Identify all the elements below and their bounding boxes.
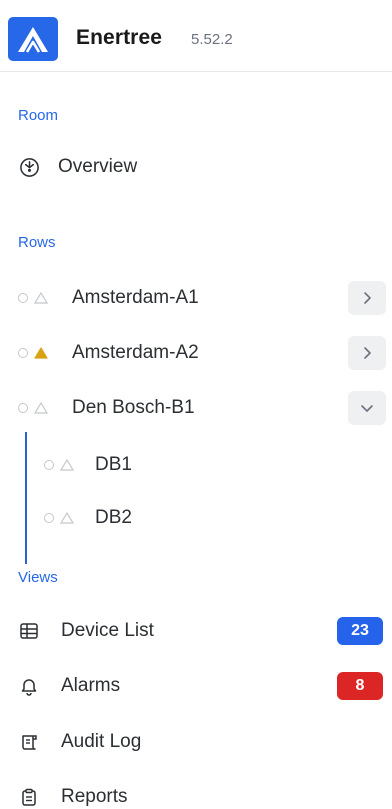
scroll-icon: [18, 731, 40, 753]
status-dot-icon: [44, 513, 54, 523]
warning-triangle-icon: [60, 459, 74, 471]
gauge-icon: [18, 156, 40, 178]
row-status: [18, 347, 48, 359]
row-child-label: DB2: [95, 507, 132, 528]
status-dot-icon: [18, 403, 28, 413]
row-status: [44, 512, 74, 524]
app-header: Enertree 5.52.2: [0, 0, 392, 72]
clipboard-icon: [18, 786, 40, 808]
row-item-amsterdam-a2[interactable]: Amsterdam-A2: [0, 331, 392, 375]
nav-item-audit-log[interactable]: Audit Log: [0, 720, 392, 764]
nav-label-overview: Overview: [58, 156, 138, 177]
warning-triangle-icon: [34, 292, 48, 304]
row-item-amsterdam-a1[interactable]: Amsterdam-A1: [0, 276, 392, 320]
app-version: 5.52.2: [191, 31, 233, 48]
section-label-views: Views: [18, 569, 58, 586]
row-label: Den Bosch-B1: [72, 397, 195, 418]
row-child-db1[interactable]: DB1: [0, 443, 392, 487]
section-label-room: Room: [18, 107, 59, 124]
expand-button[interactable]: [348, 281, 386, 315]
status-dot-icon: [18, 293, 28, 303]
section-label-rows: Rows: [18, 234, 56, 251]
chevron-down-icon: [361, 405, 373, 412]
expand-button[interactable]: [348, 336, 386, 370]
row-child-db2[interactable]: DB2: [0, 496, 392, 540]
row-status: [18, 402, 48, 414]
nav-item-alarms[interactable]: Alarms 8: [0, 664, 392, 708]
nav-label-audit-log: Audit Log: [61, 731, 142, 752]
row-label: Amsterdam-A1: [72, 287, 199, 308]
nav-item-device-list[interactable]: Device List 23: [0, 609, 392, 653]
enertree-logo-icon[interactable]: [8, 17, 58, 61]
warning-triangle-icon: [34, 402, 48, 414]
row-status: [44, 459, 74, 471]
status-dot-icon: [44, 460, 54, 470]
chevron-right-icon: [364, 292, 371, 304]
app-name: Enertree: [76, 26, 163, 49]
row-child-label: DB1: [95, 454, 132, 475]
warning-triangle-icon: [34, 347, 48, 359]
chevron-right-icon: [364, 347, 371, 359]
row-item-den-bosch-b1[interactable]: Den Bosch-B1: [0, 386, 392, 430]
status-dot-icon: [18, 348, 28, 358]
row-status: [18, 292, 48, 304]
row-label: Amsterdam-A2: [72, 342, 199, 363]
warning-triangle-icon: [60, 512, 74, 524]
count-badge: 8: [337, 672, 383, 700]
count-badge: 23: [337, 617, 383, 645]
nav-item-overview[interactable]: Overview: [0, 145, 392, 189]
table-icon: [18, 620, 40, 642]
nav-label-alarms: Alarms: [61, 675, 121, 696]
nav-label-device-list: Device List: [61, 620, 154, 641]
nav-item-reports[interactable]: Reports: [0, 775, 392, 809]
nav-label-reports: Reports: [61, 786, 128, 807]
bell-icon: [18, 675, 40, 697]
collapse-button[interactable]: [348, 391, 386, 425]
